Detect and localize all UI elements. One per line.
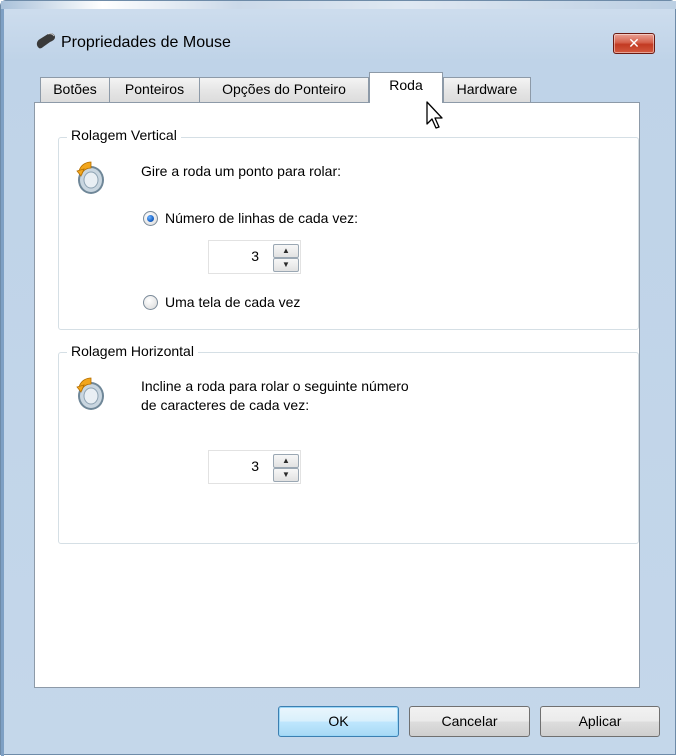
mouse-wheel-icon: [76, 377, 104, 410]
mouse-properties-window: Propriedades de Mouse ✕ Botões Ponteiros…: [0, 0, 676, 756]
mouse-wheel-icon: [76, 161, 104, 194]
cancel-button[interactable]: Cancelar: [409, 706, 530, 737]
title-bar[interactable]: Propriedades de Mouse ✕: [1, 23, 676, 63]
tab-label: Roda: [389, 77, 423, 93]
cancel-button-label: Cancelar: [441, 713, 498, 729]
tab-opcoes-do-ponteiro[interactable]: Opções do Ponteiro: [199, 77, 369, 102]
chars-spin-up[interactable]: ▲: [273, 454, 299, 468]
tab-label: Opções do Ponteiro: [222, 81, 346, 97]
arrow-up-icon: ▲: [282, 456, 290, 465]
tab-label: Hardware: [456, 81, 518, 97]
chars-spin-down[interactable]: ▼: [273, 468, 299, 482]
tab-label: Botões: [53, 81, 97, 97]
title-strip: [1, 1, 676, 9]
radio-lines-per-notch[interactable]: [143, 211, 158, 226]
horizontal-scroll-title: Rolagem Horizontal: [67, 343, 198, 359]
cursor-icon: [426, 101, 443, 129]
lines-spinner[interactable]: 3 ▲ ▼: [208, 240, 301, 274]
vertical-scroll-title: Rolagem Vertical: [67, 127, 181, 143]
window-frame-edge: [1, 1, 4, 756]
arrow-down-icon: ▼: [282, 470, 290, 479]
chars-spinner[interactable]: 3 ▲ ▼: [208, 450, 301, 484]
chars-value[interactable]: 3: [209, 458, 259, 474]
arrow-up-icon: ▲: [282, 246, 290, 255]
horizontal-instruction-line1: Incline a roda para rolar o seguinte núm…: [141, 378, 409, 394]
lines-spin-down[interactable]: ▼: [273, 258, 299, 272]
ok-button[interactable]: OK: [278, 706, 399, 737]
close-icon: ✕: [628, 35, 640, 51]
tab-ponteiros[interactable]: Ponteiros: [109, 77, 200, 102]
arrow-down-icon: ▼: [282, 260, 290, 269]
window-title: Propriedades de Mouse: [61, 34, 231, 51]
radio-one-screen[interactable]: [143, 295, 158, 310]
tab-hardware[interactable]: Hardware: [443, 77, 531, 102]
lines-option-label[interactable]: Número de linhas de cada vez:: [165, 210, 358, 226]
close-button[interactable]: ✕: [613, 33, 655, 54]
apply-button-label: Aplicar: [578, 713, 622, 729]
horizontal-instruction-line2: de caracteres de cada vez:: [141, 397, 310, 413]
screen-option-label[interactable]: Uma tela de cada vez: [165, 294, 300, 310]
mouse-icon: [36, 33, 55, 49]
lines-value[interactable]: 3: [209, 248, 259, 264]
apply-button[interactable]: Aplicar: [540, 706, 660, 737]
tab-label: Ponteiros: [124, 81, 185, 97]
tab-roda[interactable]: Roda: [369, 72, 443, 103]
ok-button-label: OK: [328, 713, 349, 729]
vertical-instruction: Gire a roda um ponto para rolar:: [141, 163, 341, 179]
tab-botoes[interactable]: Botões: [40, 77, 110, 102]
lines-spin-up[interactable]: ▲: [273, 244, 299, 258]
